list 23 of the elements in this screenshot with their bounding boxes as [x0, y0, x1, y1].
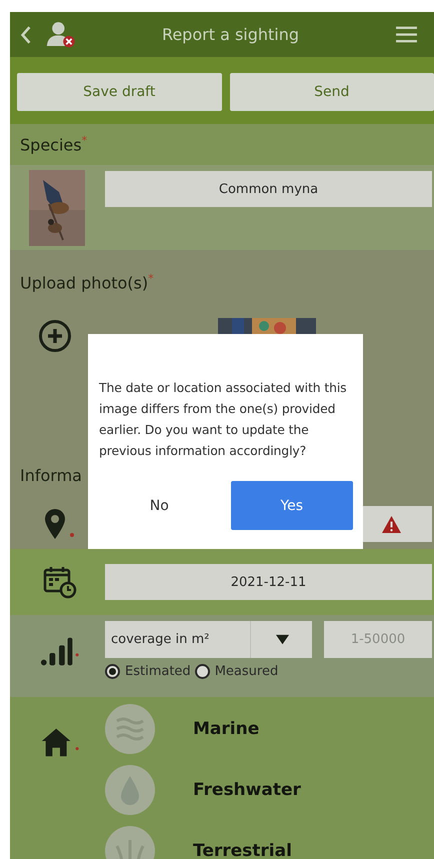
user-offline-icon[interactable] [46, 21, 76, 48]
date-field[interactable]: 2021-12-11 [105, 564, 432, 600]
habitat-label[interactable]: Marine [193, 719, 260, 739]
coverage-input[interactable]: 1-50000 [324, 621, 432, 658]
send-button[interactable]: Send [230, 73, 434, 111]
menu-icon[interactable] [395, 25, 418, 44]
section-label: Upload photo(s)$^{*}$ [20, 272, 155, 294]
unit-dropdown[interactable]: coverage in m² [105, 621, 312, 658]
save-draft-button[interactable]: Save draft [17, 73, 222, 111]
habitat-label[interactable]: Terrestrial [193, 841, 292, 859]
method-radio[interactable]: Estimated [105, 664, 191, 679]
dropdown-value: coverage in m² [110, 632, 210, 647]
dialog-message: The date or location associated with this image differs from the one(s) provided earlier. Do you want to update the previous information accordingly? [99, 379, 348, 460]
method-radio[interactable]: Measured [194, 664, 278, 679]
habitat-label[interactable]: Freshwater [193, 780, 301, 800]
confirm-button[interactable]: Yes [230, 481, 353, 530]
back-icon[interactable] [20, 24, 32, 46]
species-field[interactable]: Common myna [105, 171, 432, 207]
section-label: Species$^{*}$ [20, 134, 88, 155]
screen-title: Report a sighting [160, 25, 300, 44]
section-label: Informa [20, 466, 82, 487]
warning-icon [381, 514, 402, 534]
add-photo-icon[interactable] [38, 319, 72, 353]
